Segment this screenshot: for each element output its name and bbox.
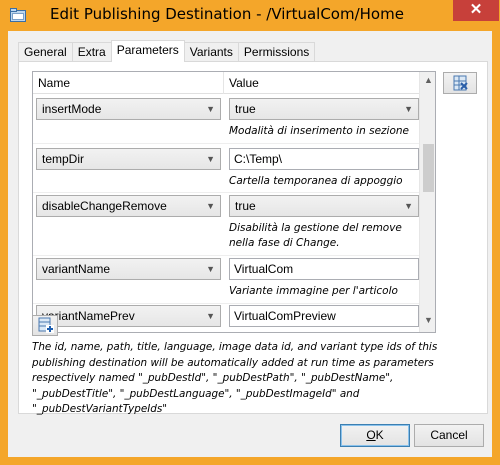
chevron-down-icon: ▼ [206,154,215,164]
tab-variants[interactable]: Variants [183,42,239,62]
clear-parameters-button[interactable] [443,72,477,94]
param-value-combo[interactable]: true ▼ [229,195,419,217]
row-divider [33,192,419,193]
param-value-text: true [235,199,256,213]
param-value-input[interactable]: C:\Temp\ [229,148,419,170]
ok-button[interactable]: OK [340,424,410,447]
chevron-down-icon: ▼ [206,264,215,274]
tab-general[interactable]: General [18,42,73,62]
param-name-combo[interactable]: insertMode ▼ [36,98,221,120]
param-value-input[interactable]: VirtualCom [229,258,419,280]
chevron-down-icon: ▼ [404,201,413,211]
row-divider [33,255,419,256]
param-name-text: variantName [42,262,111,276]
ok-label: K [375,428,384,442]
grid-header: Name Value [33,72,419,94]
column-separator[interactable] [223,72,224,94]
param-name-text: tempDir [42,152,85,166]
dialog-client: General Extra Parameters Variants Permis… [8,31,492,457]
column-header-value[interactable]: Value [229,76,259,90]
dialog-window: Edit Publishing Destination - /VirtualCo… [0,0,500,465]
chevron-down-icon: ▼ [206,311,215,321]
row-divider [33,143,419,144]
tab-extra[interactable]: Extra [71,42,112,62]
row-divider [33,303,419,304]
parameters-grid: Name Value insertMode ▼ true ▼ Modalità … [32,71,436,333]
parameters-tab-page: Name Value insertMode ▼ true ▼ Modalità … [18,61,488,415]
grid-vertical-scrollbar[interactable]: ▲ ▼ [419,72,435,332]
tab-parameters[interactable]: Parameters [110,40,185,62]
param-description: Modalità di inserimento in sezione [229,125,409,137]
add-parameter-button[interactable] [32,315,58,336]
param-name-text: disableChangeRemove [42,199,167,213]
title-bar[interactable]: Edit Publishing Destination - /VirtualCo… [0,0,500,31]
param-name-combo[interactable]: disableChangeRemove ▼ [36,195,221,217]
param-name-text: insertMode [42,102,102,116]
folder-icon [10,8,26,22]
cancel-button[interactable]: Cancel [414,424,484,447]
chevron-down-icon: ▼ [206,104,215,114]
chevron-down-icon: ▼ [206,201,215,211]
tab-permissions[interactable]: Permissions [237,42,316,62]
param-description: Variante immagine per l'articolo [229,285,398,297]
ok-mnemonic: O [366,428,376,442]
scroll-down-icon[interactable]: ▼ [420,315,435,329]
param-name-combo[interactable]: tempDir ▼ [36,148,221,170]
param-description: Disabilità la gestione del remove nella … [229,222,402,249]
clear-grid-icon [453,75,468,91]
scroll-thumb[interactable] [423,144,434,192]
close-button[interactable]: ✕ [453,0,499,21]
column-header-name[interactable]: Name [38,76,70,90]
param-value-text: true [235,102,256,116]
add-row-icon [38,317,54,333]
scroll-up-icon[interactable]: ▲ [420,75,435,89]
param-value-combo[interactable]: true ▼ [229,98,419,120]
parameters-info-text: The id, name, path, title, language, ima… [32,341,438,415]
param-name-combo[interactable]: variantName ▼ [36,258,221,280]
param-value-input[interactable]: VirtualComPreview [229,305,419,327]
window-title: Edit Publishing Destination - /VirtualCo… [50,5,404,23]
tab-strip: General Extra Parameters Variants Permis… [18,40,316,62]
param-name-combo[interactable]: variantNamePrev ▼ [36,305,221,327]
chevron-down-icon: ▼ [404,104,413,114]
param-description: Cartella temporanea di appoggio [229,175,403,187]
